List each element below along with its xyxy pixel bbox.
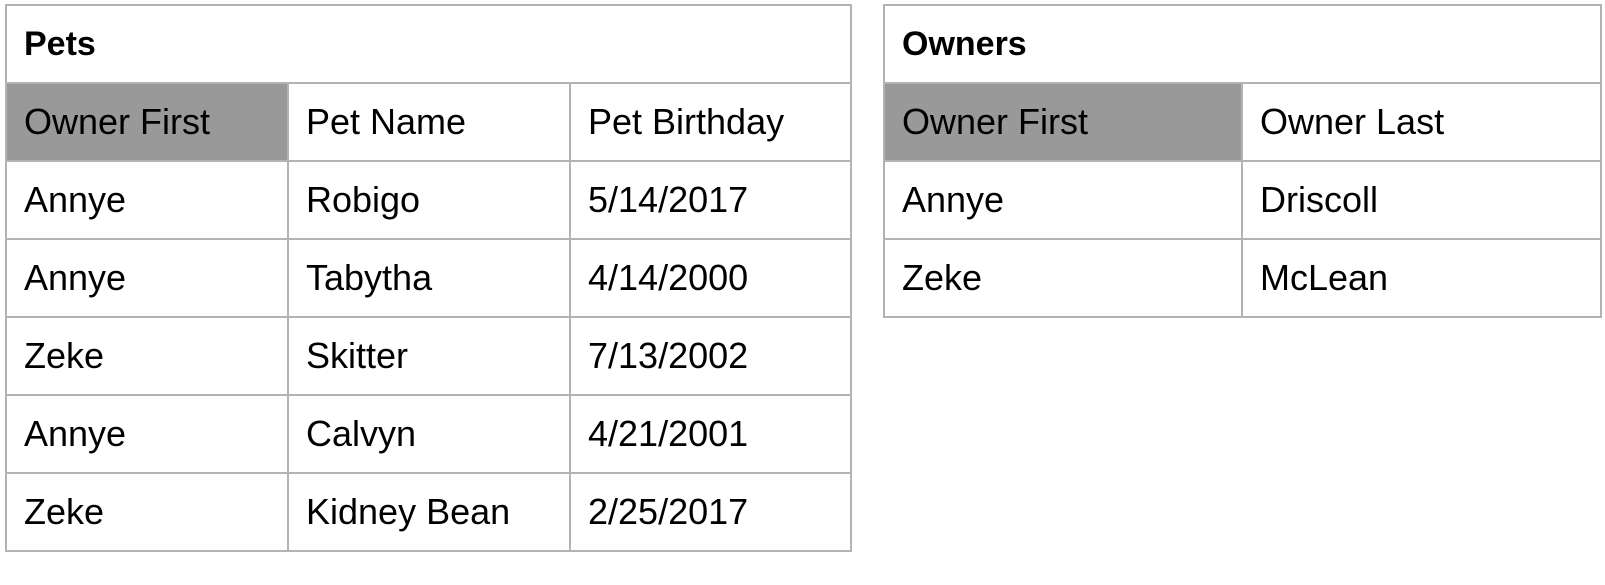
pets-header-owner-first: Owner First: [5, 82, 289, 162]
pet-birthday-cell: 2/25/2017: [568, 472, 853, 552]
pets-header-pet-name: Pet Name: [287, 82, 571, 162]
table-row: Annye Driscoll: [883, 160, 1602, 240]
pet-birthday-cell: 5/14/2017: [568, 160, 853, 240]
owner-first-cell: Zeke: [5, 316, 289, 396]
owner-first-cell: Zeke: [883, 238, 1243, 318]
pet-birthday-cell: 7/13/2002: [568, 316, 853, 396]
pet-name-cell: Robigo: [287, 160, 571, 240]
owners-header-owner-last: Owner Last: [1241, 82, 1602, 162]
pets-title-row: Pets: [4, 4, 853, 84]
owner-first-cell: Annye: [5, 160, 289, 240]
pets-header-row: Owner First Pet Name Pet Birthday: [5, 82, 853, 162]
owners-title-row: Owners: [883, 4, 1602, 84]
owner-first-cell: Annye: [5, 238, 289, 318]
owner-first-cell: Annye: [883, 160, 1243, 240]
table-row: Zeke Kidney Bean 2/25/2017: [5, 472, 853, 552]
owners-header-owner-first: Owner First: [883, 82, 1243, 162]
owners-table-title: Owners: [883, 4, 1602, 84]
owner-first-cell: Zeke: [5, 472, 289, 552]
owner-last-cell: Driscoll: [1241, 160, 1602, 240]
pet-name-cell: Calvyn: [287, 394, 571, 474]
owners-table: Owners Owner First Owner Last Annye Dris…: [883, 4, 1602, 318]
table-row: Zeke McLean: [883, 238, 1602, 318]
pet-name-cell: Skitter: [287, 316, 571, 396]
table-row: Zeke Skitter 7/13/2002: [5, 316, 853, 396]
table-row: Annye Robigo 5/14/2017: [5, 160, 853, 240]
pet-name-cell: Kidney Bean: [287, 472, 571, 552]
table-row: Annye Tabytha 4/14/2000: [5, 238, 853, 318]
pet-birthday-cell: 4/21/2001: [568, 394, 853, 474]
pet-birthday-cell: 4/14/2000: [568, 238, 853, 318]
pets-header-pet-birthday: Pet Birthday: [568, 82, 853, 162]
owners-header-row: Owner First Owner Last: [883, 82, 1602, 162]
pets-table: Pets Owner First Pet Name Pet Birthday A…: [4, 4, 853, 552]
pets-table-title: Pets: [4, 4, 853, 84]
owner-first-cell: Annye: [5, 394, 289, 474]
pet-name-cell: Tabytha: [287, 238, 571, 318]
table-row: Annye Calvyn 4/21/2001: [5, 394, 853, 474]
owner-last-cell: McLean: [1241, 238, 1602, 318]
